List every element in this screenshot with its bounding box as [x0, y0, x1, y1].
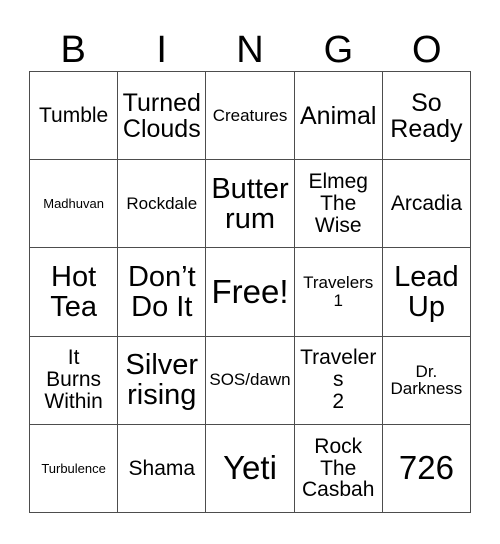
bingo-cell-label: Rock The Casbah: [302, 434, 375, 502]
bingo-row: Hot Tea Don’t Do It Free! Travelers 1 Le…: [30, 248, 472, 337]
bingo-cell-o4[interactable]: Dr. Darkness: [382, 336, 472, 425]
bingo-card: B I N G O Tumble Turned Clouds Creatures…: [0, 0, 500, 544]
bingo-row: Madhuvan Rockdale Butter rum Elmeg The W…: [30, 160, 472, 249]
header-letter-n: N: [236, 29, 264, 71]
bingo-cell-label: Travelers 1: [303, 273, 374, 310]
bingo-cell-label: Hot Tea: [50, 260, 97, 323]
bingo-grid: Tumble Turned Clouds Creatures Animal So…: [29, 71, 472, 514]
bingo-cell-label: Animal: [300, 101, 377, 130]
bingo-cell-n4[interactable]: SOS/dawn: [206, 336, 295, 425]
bingo-cell-g2[interactable]: Elmeg The Wise: [294, 160, 383, 249]
bingo-cell-o2[interactable]: Arcadia: [382, 160, 472, 249]
bingo-cell-label: So Ready: [390, 88, 463, 143]
bingo-cell-label: Shama: [128, 456, 196, 480]
header-letter-o: O: [412, 29, 442, 71]
bingo-cell-n5[interactable]: Yeti: [206, 424, 295, 514]
bingo-cell-g5[interactable]: Rock The Casbah: [294, 424, 383, 514]
bingo-row: Turbulence Shama Yeti Rock The Casbah 72…: [30, 424, 472, 514]
bingo-cell-i1[interactable]: Turned Clouds: [118, 72, 207, 161]
bingo-cell-label: Dr. Darkness: [390, 361, 463, 399]
bingo-cell-label: Arcadia: [390, 191, 463, 215]
bingo-cell-g4[interactable]: Travelers 2: [294, 336, 383, 425]
bingo-cell-b1[interactable]: Tumble: [30, 72, 119, 161]
bingo-cell-label: Turned Clouds: [122, 88, 201, 143]
bingo-cell-label: Creatures: [212, 105, 288, 125]
bingo-cell-g3[interactable]: Travelers 1: [294, 248, 383, 337]
bingo-cell-n2[interactable]: Butter rum: [206, 160, 295, 249]
bingo-row: Tumble Turned Clouds Creatures Animal So…: [30, 72, 472, 161]
bingo-header: B I N G O: [29, 18, 471, 71]
bingo-cell-label: Elmeg The Wise: [308, 170, 368, 237]
bingo-cell-label: SOS/dawn: [209, 370, 291, 390]
bingo-cell-b3[interactable]: Hot Tea: [30, 248, 119, 337]
bingo-cell-label: Yeti: [223, 449, 277, 487]
bingo-cell-label: It Burns Within: [44, 346, 103, 414]
bingo-cell-label: Madhuvan: [43, 196, 104, 212]
bingo-cell-label: Travelers 2: [300, 346, 377, 414]
bingo-cell-o3[interactable]: Lead Up: [382, 248, 472, 337]
bingo-cell-n1[interactable]: Creatures: [206, 72, 295, 161]
bingo-cell-label: Lead Up: [394, 260, 459, 323]
bingo-cell-i4[interactable]: Silver rising: [118, 336, 207, 425]
header-letter-g: G: [323, 29, 354, 71]
bingo-cell-label: Tumble: [38, 103, 109, 127]
header-letter-i: I: [156, 29, 167, 71]
bingo-cell-label: Butter rum: [211, 172, 289, 235]
bingo-cell-i5[interactable]: Shama: [118, 424, 207, 514]
bingo-cell-i3[interactable]: Don’t Do It: [118, 248, 207, 337]
bingo-cell-label: Don’t Do It: [127, 260, 196, 323]
header-letter-b: B: [60, 29, 86, 71]
bingo-cell-o1[interactable]: So Ready: [382, 72, 472, 161]
bingo-cell-label: 726: [398, 449, 454, 487]
bingo-cell-label: Rockdale: [126, 193, 198, 213]
bingo-cell-b4[interactable]: It Burns Within: [30, 336, 119, 425]
bingo-cell-i2[interactable]: Rockdale: [118, 160, 207, 249]
bingo-cell-b2[interactable]: Madhuvan: [30, 160, 119, 249]
bingo-cell-o5[interactable]: 726: [382, 424, 472, 514]
bingo-cell-free-space[interactable]: Free!: [206, 248, 295, 337]
bingo-cell-label: Turbulence: [41, 460, 106, 476]
bingo-row: It Burns Within Silver rising SOS/dawn T…: [30, 336, 472, 425]
bingo-cell-b5[interactable]: Turbulence: [30, 424, 119, 514]
bingo-cell-g1[interactable]: Animal: [294, 72, 383, 161]
bingo-cell-label: Free!: [211, 272, 289, 310]
bingo-cell-label: Silver rising: [125, 349, 199, 412]
